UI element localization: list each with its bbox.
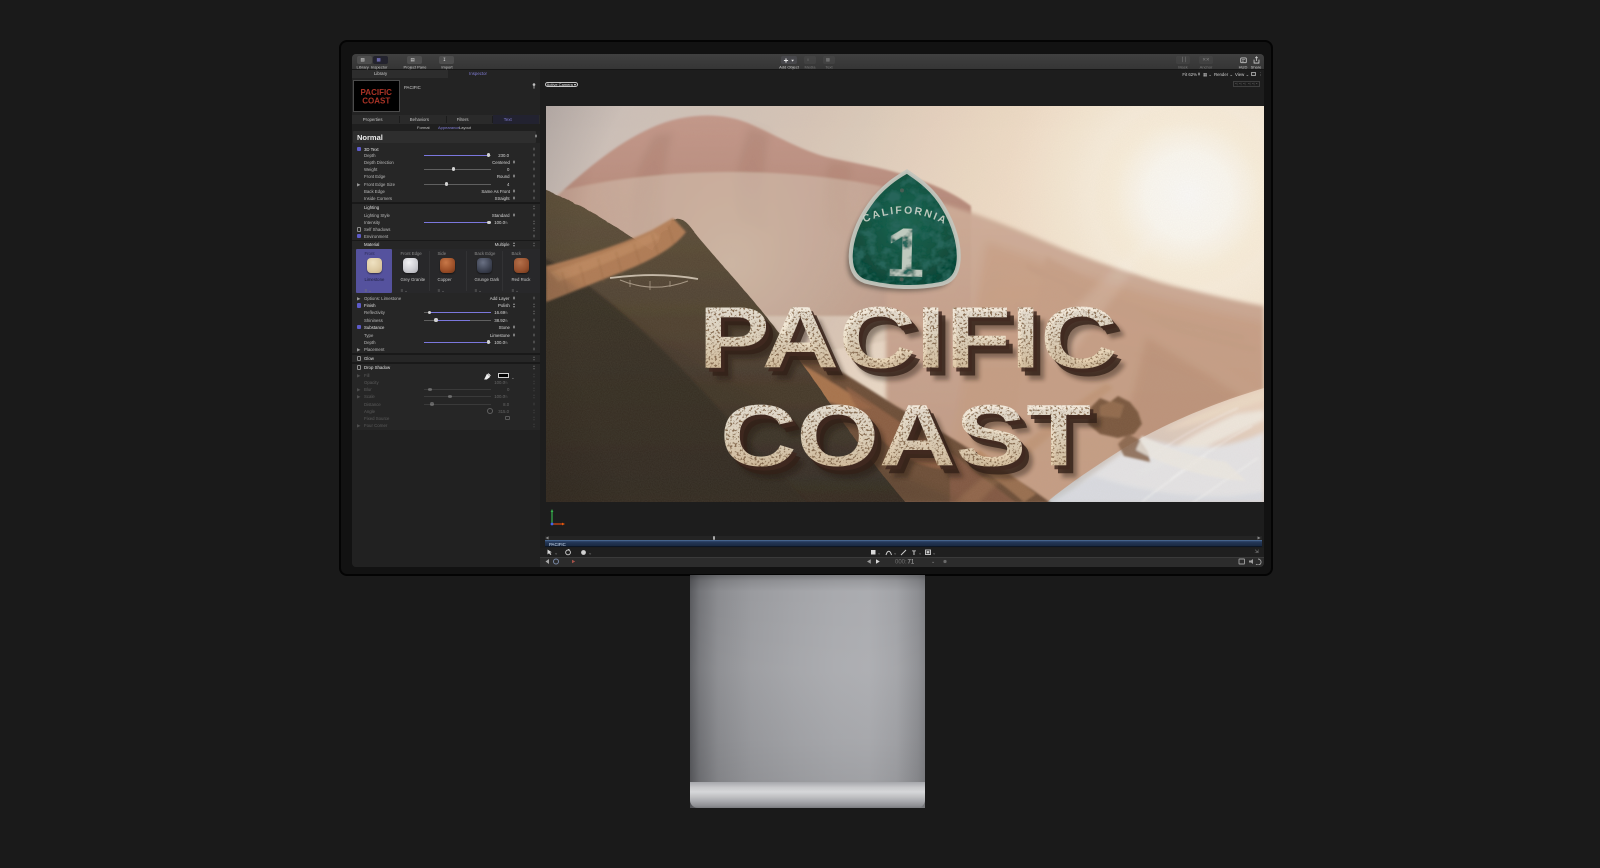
svg-text:⌄: ⌄	[918, 550, 922, 556]
svg-text:⌄: ⌄	[893, 550, 897, 556]
svg-text:⌄: ⌄	[931, 559, 935, 565]
svg-text:COAST: COAST	[720, 387, 1091, 484]
svg-text:⌄: ⌄	[588, 550, 592, 556]
svg-text:⌄: ⌄	[932, 550, 936, 556]
svg-text:1: 1	[884, 213, 925, 292]
svg-text:PACIFIC: PACIFIC	[698, 289, 1117, 386]
svg-text:⌄: ⌄	[877, 550, 881, 556]
svg-text:⌄: ⌄	[554, 550, 558, 556]
svg-text:000:: 000:	[895, 560, 907, 565]
svg-text:T: T	[912, 549, 916, 555]
svg-text:71: 71	[908, 560, 915, 565]
